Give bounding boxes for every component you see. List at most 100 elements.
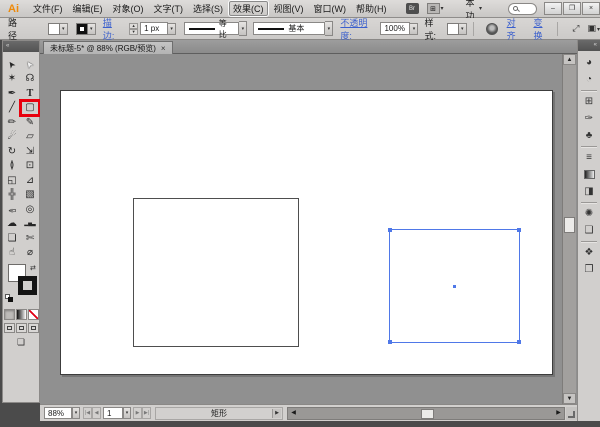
artboard-dropdown-icon[interactable]: ▾ (123, 407, 131, 419)
swatches-panel-icon[interactable]: ⊞ (580, 94, 598, 109)
chevron-down-icon[interactable]: ▾ (458, 22, 467, 35)
stroke-profile-combo[interactable]: 等比 ▾ (184, 19, 248, 39)
paintbrush-tool[interactable]: ✏ (3, 115, 21, 130)
gradient-panel-icon[interactable] (580, 167, 598, 182)
draw-inside-button[interactable] (27, 323, 39, 333)
transparency-panel-icon[interactable]: ◨ (580, 184, 598, 199)
control-panel-menu-icon[interactable]: ≣ (588, 24, 595, 33)
toolbox-header[interactable]: « (3, 41, 39, 52)
pencil-tool[interactable]: ✎ (21, 115, 39, 130)
menu-select[interactable]: 选择(S) (188, 0, 228, 17)
color-guide-panel-icon[interactable]: ◔ (580, 72, 598, 87)
arrange-documents-button[interactable]: ⊞ ▾ (426, 3, 444, 14)
close-button[interactable]: × (582, 2, 600, 15)
menu-effect[interactable]: 效果(C) (228, 0, 269, 17)
stroke-panel-link[interactable]: 描边: (103, 16, 123, 42)
opacity-panel-link[interactable]: 不透明度: (340, 16, 378, 42)
dock-header[interactable]: « (578, 40, 600, 51)
swap-fill-stroke-icon[interactable]: ⇄ (30, 264, 36, 272)
free-transform-tool[interactable]: ⊡ (21, 159, 39, 174)
graphic-styles-panel-icon[interactable]: ❑ (580, 223, 598, 238)
artboards-panel-icon[interactable]: ❐ (580, 262, 598, 277)
blend-tool[interactable]: ◎ (21, 202, 39, 217)
gradient-button[interactable] (15, 309, 27, 320)
stroke-weight-value[interactable]: 1 px (140, 22, 169, 35)
draw-behind-button[interactable] (15, 323, 27, 333)
menu-object[interactable]: 对象(O) (108, 0, 149, 17)
menu-view[interactable]: 视图(V) (269, 0, 309, 17)
isolate-selected-object-icon[interactable]: ⤢ (572, 23, 579, 34)
menu-window[interactable]: 窗口(W) (309, 0, 352, 17)
chevron-down-icon[interactable]: ▾ (168, 22, 177, 35)
last-artboard-button[interactable]: ▶| (142, 407, 151, 419)
scroll-right-icon[interactable]: ▶ (554, 408, 563, 419)
scale-tool[interactable]: ⇲ (21, 144, 39, 159)
menu-type[interactable]: 文字(T) (149, 0, 189, 17)
drawn-rectangle[interactable] (133, 198, 299, 347)
anchor-point[interactable] (517, 228, 521, 232)
eyedropper-tool[interactable]: ✑ (3, 202, 21, 217)
style-combo[interactable]: ▾ (446, 22, 467, 35)
stroke-color-combo[interactable]: ▾ (75, 22, 96, 35)
stroke-weight-combo[interactable]: 1 px ▾ (140, 22, 177, 35)
artboard-tool[interactable]: ❏ (3, 231, 21, 246)
direct-selection-tool[interactable]: ➤ (21, 57, 39, 72)
hand-tool[interactable]: ☝ (3, 246, 21, 261)
default-fill-stroke-icon[interactable] (5, 294, 13, 302)
transform-panel-link[interactable]: 变换 (533, 16, 551, 42)
stroke-panel-icon[interactable]: ≡ (580, 150, 598, 165)
style-swatch[interactable] (446, 22, 459, 35)
perspective-grid-tool[interactable]: ⊿ (21, 173, 39, 188)
chevron-down-icon[interactable]: ▾ (239, 21, 248, 36)
restore-button[interactable]: ❐ (563, 2, 581, 15)
layers-panel-icon[interactable]: ❖ (580, 245, 598, 260)
fill-swatch[interactable] (47, 22, 60, 35)
brushes-panel-icon[interactable]: ✑ (580, 111, 598, 126)
vertical-scrollbar[interactable]: ▲ ▼ (562, 54, 576, 404)
previous-artboard-button[interactable]: ◀ (92, 407, 101, 419)
document-tab[interactable]: 未标题-5* @ 88% (RGB/预览) × (43, 41, 173, 54)
canvas[interactable] (40, 54, 562, 404)
rectangle-tool[interactable]: ▢ (19, 98, 41, 117)
zoom-level-field[interactable]: 88% (44, 407, 72, 419)
symbol-sprayer-tool[interactable]: ☁ (3, 217, 21, 232)
align-panel-link[interactable]: 对齐 (507, 16, 525, 42)
stroke-color-well[interactable] (18, 276, 37, 295)
menu-file[interactable]: 文件(F) (28, 0, 68, 17)
slice-tool[interactable]: ✄ (21, 231, 39, 246)
first-artboard-button[interactable]: |◀ (83, 407, 92, 419)
width-tool[interactable]: ≬ (3, 159, 21, 174)
screen-mode-button[interactable]: ❏ (17, 337, 25, 348)
blob-brush-tool[interactable]: ☄ (3, 130, 21, 145)
selected-rectangle[interactable] (388, 228, 521, 344)
opacity-combo[interactable]: 100% ▾ (380, 22, 419, 35)
anchor-point[interactable] (388, 340, 392, 344)
horizontal-scroll-thumb[interactable] (421, 408, 434, 419)
fill-color-combo[interactable]: ▾ (47, 22, 68, 35)
chevron-down-icon[interactable]: ▾ (325, 21, 334, 36)
recolor-artwork-icon[interactable] (485, 22, 498, 35)
chevron-down-icon[interactable]: ▾ (59, 22, 68, 35)
resize-grip[interactable] (566, 406, 577, 420)
zoom-tool[interactable]: ⌀ (21, 246, 39, 261)
opacity-value[interactable]: 100% (380, 22, 411, 35)
stroke-swatch[interactable] (75, 22, 88, 35)
selection-tool[interactable]: ➤ (3, 57, 21, 72)
close-icon[interactable]: × (161, 44, 166, 53)
brush-definition-combo[interactable]: 基本 ▾ (253, 21, 334, 36)
rotate-tool[interactable]: ↻ (3, 144, 21, 159)
pen-tool[interactable]: ✒ (3, 86, 21, 101)
type-tool[interactable]: T (21, 86, 39, 101)
menu-edit[interactable]: 编辑(E) (68, 0, 108, 17)
symbols-panel-icon[interactable]: ♣ (580, 128, 598, 143)
next-artboard-button[interactable]: ▶ (133, 407, 142, 419)
chevron-down-icon[interactable]: ▾ (410, 22, 419, 35)
scroll-down-icon[interactable]: ▼ (563, 393, 576, 404)
eraser-tool[interactable]: ▱ (21, 130, 39, 145)
scroll-up-icon[interactable]: ▲ (563, 54, 576, 65)
line-segment-tool[interactable]: ╱ (3, 101, 21, 116)
gradient-tool[interactable]: ▧ (21, 188, 39, 203)
anchor-point[interactable] (517, 340, 521, 344)
artboard-number-field[interactable]: 1 (103, 407, 123, 419)
color-button[interactable] (3, 309, 15, 320)
